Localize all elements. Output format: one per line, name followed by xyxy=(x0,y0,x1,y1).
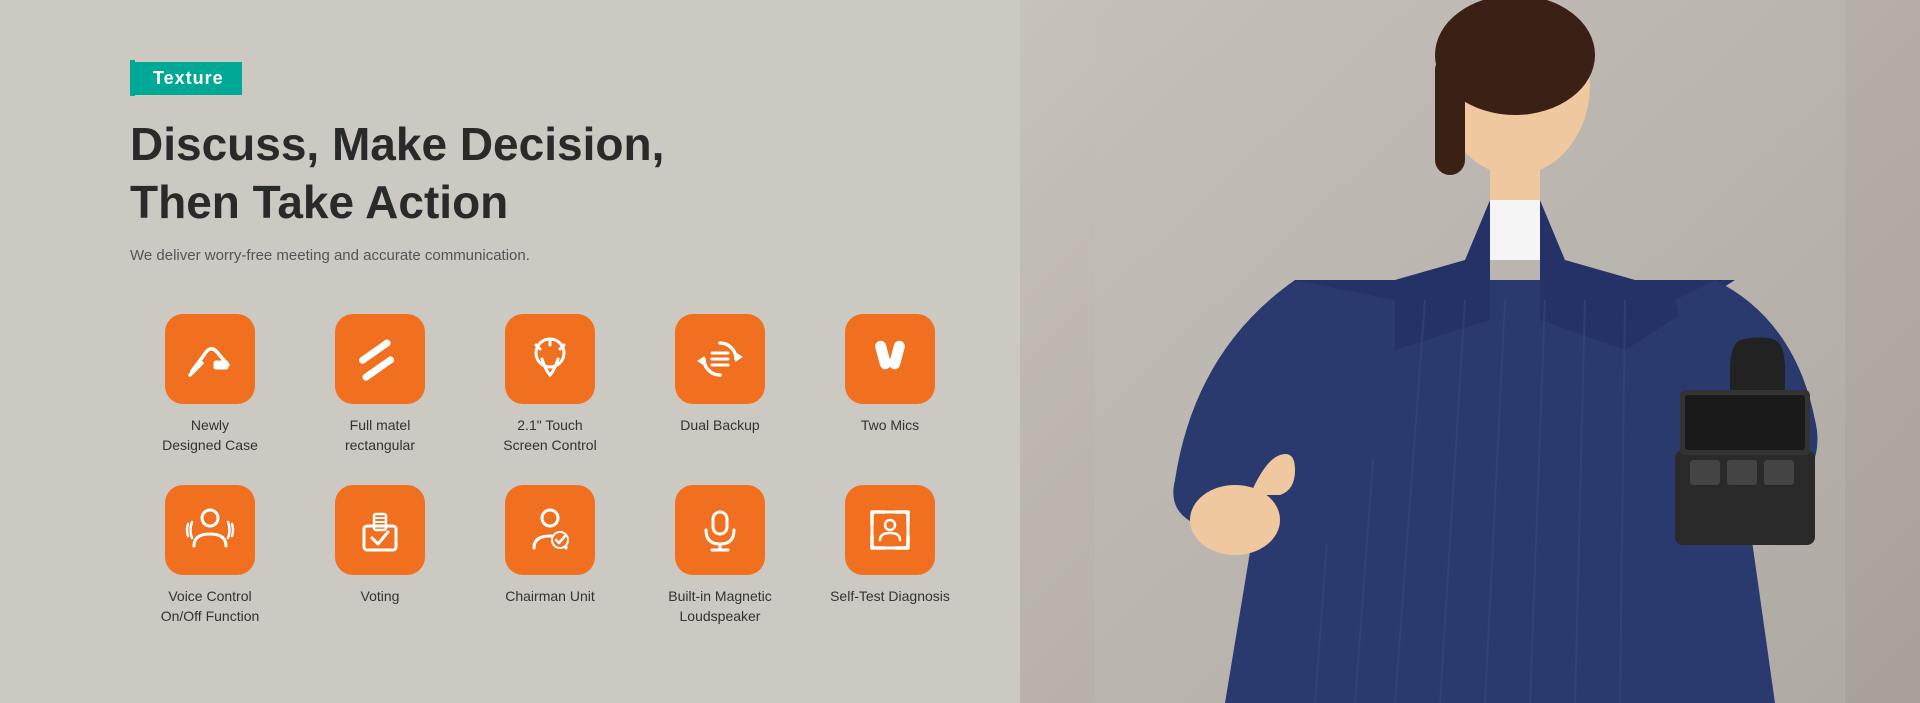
texture-label: Texture xyxy=(135,62,242,95)
full-matel-label: Full matelrectangular xyxy=(345,416,415,455)
person-area xyxy=(1020,0,1920,703)
newly-designed-case-icon-box xyxy=(165,314,255,404)
chairman-icon xyxy=(524,504,576,556)
feature-dual-backup: Dual Backup xyxy=(640,314,800,455)
touch-screen-icon-box xyxy=(505,314,595,404)
touch-screen-label: 2.1" TouchScreen Control xyxy=(503,416,596,455)
feature-two-mics: Two Mics xyxy=(810,314,970,455)
voice-icon xyxy=(184,504,236,556)
person-illustration xyxy=(1020,0,1920,703)
diagnosis-icon xyxy=(864,504,916,556)
newly-designed-case-label: NewlyDesigned Case xyxy=(162,416,258,455)
two-mics-icon-box xyxy=(845,314,935,404)
sub-heading: We deliver worry-free meeting and accura… xyxy=(130,247,1000,264)
feature-voice-control: Voice ControlOn/Off Function xyxy=(130,485,290,626)
feature-newly-designed-case: NewlyDesigned Case xyxy=(130,314,290,455)
case-icon xyxy=(184,333,236,385)
main-heading: Discuss, Make Decision,Then Take Action xyxy=(130,116,1000,231)
feature-self-test: Self-Test Diagnosis xyxy=(810,485,970,626)
voice-control-icon-box xyxy=(165,485,255,575)
self-test-icon-box xyxy=(845,485,935,575)
full-matel-icon-box xyxy=(335,314,425,404)
mics-icon xyxy=(864,333,916,385)
feature-full-matel-rectangular: Full matelrectangular xyxy=(300,314,460,455)
self-test-label: Self-Test Diagnosis xyxy=(830,587,950,607)
feature-voting: Voting xyxy=(300,485,460,626)
dual-backup-icon-box xyxy=(675,314,765,404)
two-mics-label: Two Mics xyxy=(861,416,919,436)
loudspeaker-icon-box xyxy=(675,485,765,575)
voice-control-label: Voice ControlOn/Off Function xyxy=(161,587,260,626)
speaker-icon xyxy=(694,504,746,556)
touch-icon xyxy=(524,333,576,385)
chairman-unit-icon-box xyxy=(505,485,595,575)
dual-backup-label: Dual Backup xyxy=(680,416,759,436)
loudspeaker-label: Built-in MagneticLoudspeaker xyxy=(668,587,772,626)
rectangle-icon xyxy=(354,333,406,385)
feature-chairman-unit: Chairman Unit xyxy=(470,485,630,626)
chairman-unit-label: Chairman Unit xyxy=(505,587,594,607)
feature-touch-screen: 2.1" TouchScreen Control xyxy=(470,314,630,455)
feature-loudspeaker: Built-in MagneticLoudspeaker xyxy=(640,485,800,626)
texture-badge: Texture xyxy=(130,60,1000,96)
backup-icon xyxy=(694,333,746,385)
features-grid: NewlyDesigned Case Full matelrectangular xyxy=(130,314,1000,626)
voting-label: Voting xyxy=(361,587,400,607)
voting-icon-box xyxy=(335,485,425,575)
content-area: Texture Discuss, Make Decision,Then Take… xyxy=(130,60,1000,626)
voting-icon xyxy=(354,504,406,556)
